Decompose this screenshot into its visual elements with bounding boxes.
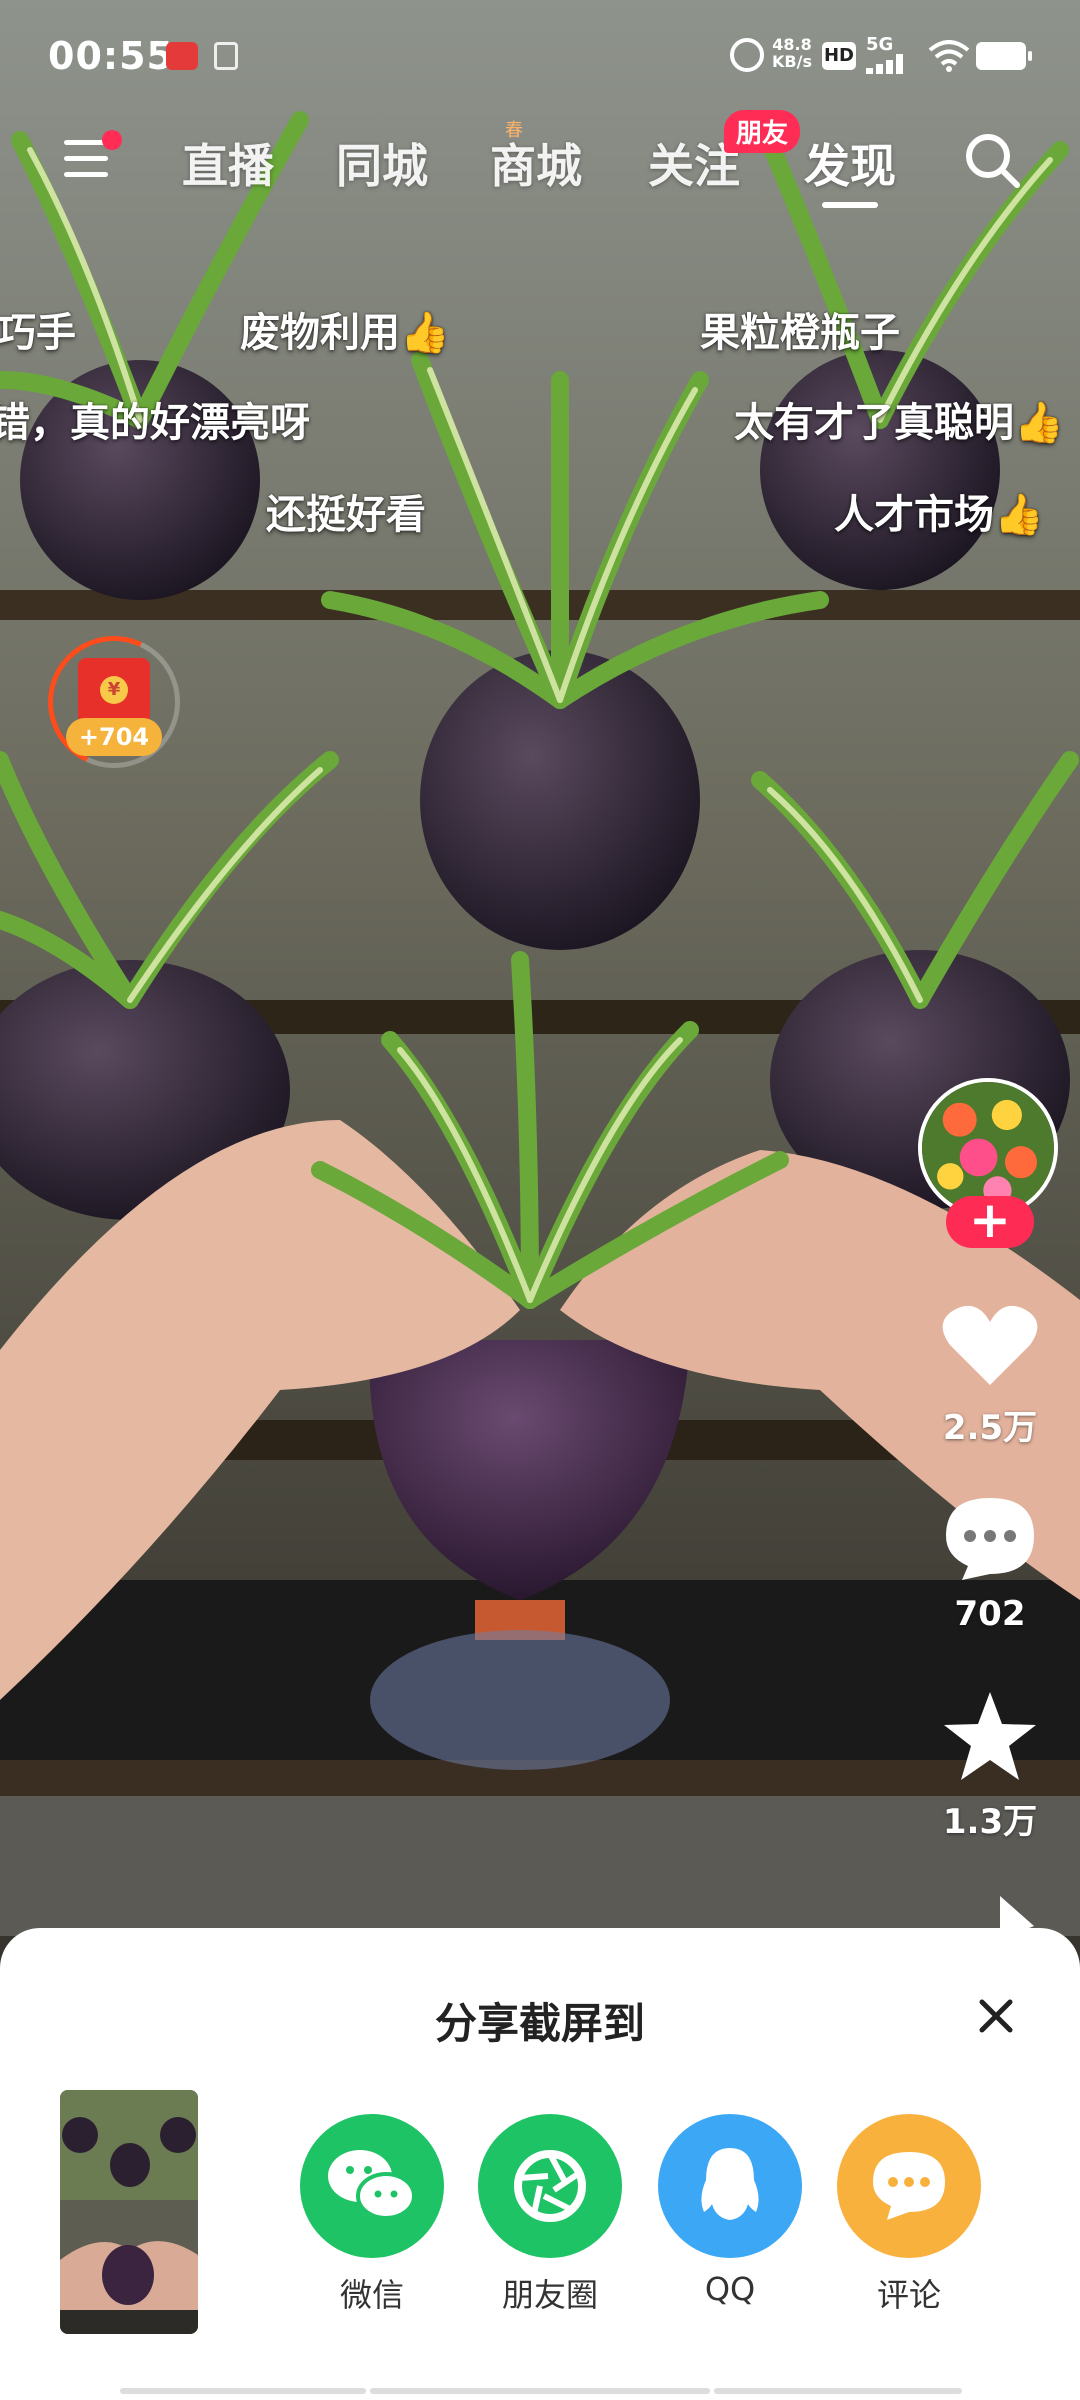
- share-target-label: 朋友圈: [501, 2276, 598, 2314]
- share-to-qq[interactable]: QQ: [650, 2114, 810, 2308]
- comment-icon: [946, 1498, 1034, 1580]
- favorite-button[interactable]: 1.3万: [930, 1688, 1050, 1843]
- qq-icon: [658, 2114, 802, 2258]
- star-icon: [944, 1692, 1036, 1780]
- network-type: 5G: [866, 34, 894, 55]
- like-count: 2.5万: [942, 1408, 1038, 1448]
- moments-icon: [478, 2114, 622, 2258]
- status-time: 00:55: [48, 34, 174, 78]
- top-navigation: 直播 同城 春 商城 关注 朋友 发现: [0, 110, 1080, 220]
- danmaku-comment: 巧手: [0, 310, 76, 356]
- danmaku-comment: 错，真的好漂亮呀: [0, 400, 310, 446]
- battery-icon: [976, 42, 1032, 70]
- screenshot-thumbnail[interactable]: [60, 2090, 198, 2334]
- share-target-label: QQ: [704, 2270, 756, 2308]
- follow-button[interactable]: +: [946, 1195, 1034, 1248]
- comment-button[interactable]: 702: [930, 1494, 1050, 1634]
- tab-mall[interactable]: 商城: [490, 130, 582, 196]
- share-to-moments[interactable]: 朋友圈: [470, 2114, 630, 2316]
- danmaku-comment: 人才市场👍: [834, 492, 1044, 538]
- like-button[interactable]: 2.5万: [930, 1300, 1050, 1449]
- tab-nearby[interactable]: 同城: [336, 130, 428, 196]
- red-packet-count: +704: [66, 718, 162, 756]
- danmaku-comment: 还挺好看: [266, 492, 426, 538]
- danmaku-comment: 废物利用👍: [240, 310, 450, 356]
- wifi-icon: [928, 40, 970, 72]
- friends-badge: 朋友: [724, 110, 801, 153]
- active-tab-indicator: [822, 202, 878, 208]
- comment-icon: [837, 2114, 981, 2258]
- divider: [120, 2388, 366, 2394]
- signal-icon: [866, 54, 914, 74]
- wechat-icon: [300, 2114, 444, 2258]
- share-to-wechat[interactable]: 微信: [292, 2114, 452, 2316]
- coin-icon: ¥: [100, 676, 128, 704]
- tab-live[interactable]: 直播: [182, 130, 274, 196]
- thumbnail-image: [60, 2090, 198, 2334]
- divider: [714, 2388, 962, 2394]
- search-icon[interactable]: [962, 130, 1022, 190]
- share-to-comment[interactable]: 评论: [829, 2114, 989, 2316]
- share-target-label: 微信: [339, 2276, 404, 2314]
- red-packet-widget[interactable]: ¥ +704: [29, 617, 199, 787]
- document-notification-icon: [214, 42, 238, 70]
- status-bar: 00:55 48.8 KB/s HD 5G: [0, 0, 1080, 110]
- hd-icon: HD: [822, 42, 856, 70]
- notification-dot: [102, 130, 122, 150]
- danmaku-comment: 果粒橙瓶子: [700, 310, 900, 356]
- alarm-icon: [730, 38, 764, 72]
- network-speed: 48.8 KB/s: [772, 35, 812, 71]
- favorite-count: 1.3万: [942, 1802, 1038, 1842]
- tab-discover[interactable]: 发现: [804, 130, 896, 196]
- sheet-title: 分享截屏到: [434, 1999, 645, 2048]
- share-target-label: 评论: [876, 2276, 941, 2314]
- danmaku-comment: 太有才了真聪明👍: [734, 400, 1064, 446]
- close-icon[interactable]: [974, 1994, 1018, 2038]
- menu-button[interactable]: [60, 130, 122, 182]
- divider: [370, 2388, 710, 2394]
- app-notification-icon: [166, 42, 198, 70]
- heart-icon: [942, 1305, 1038, 1385]
- comment-count: 702: [954, 1594, 1026, 1634]
- share-screenshot-sheet: 分享截屏到 微信 朋友圈 QQ 评论: [0, 1928, 1080, 2400]
